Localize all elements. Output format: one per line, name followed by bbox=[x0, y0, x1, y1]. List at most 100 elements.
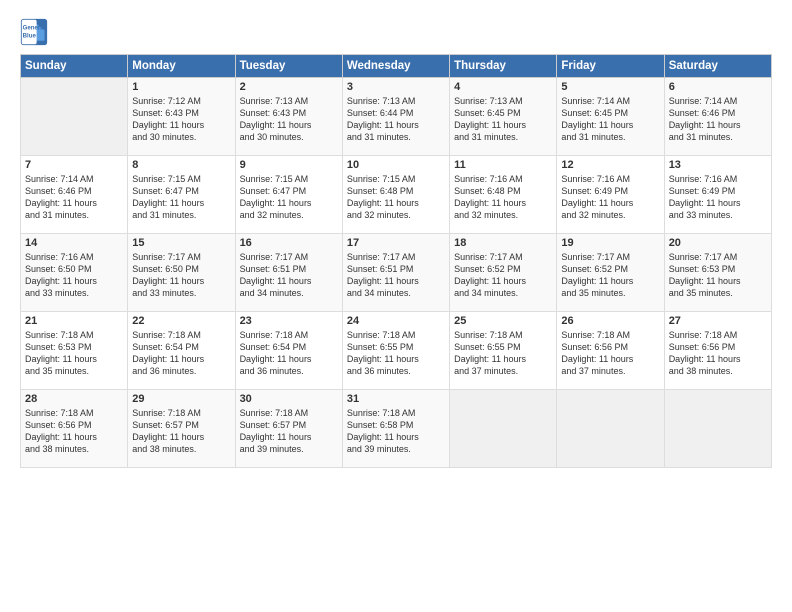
day-number: 8 bbox=[132, 159, 230, 171]
calendar-cell: 3 Sunrise: 7:13 AM Sunset: 6:44 PM Daylig… bbox=[342, 78, 449, 156]
cell-text: Sunrise: 7:14 AM Sunset: 6:46 PM Dayligh… bbox=[669, 95, 767, 144]
cell-text: Sunrise: 7:18 AM Sunset: 6:55 PM Dayligh… bbox=[454, 329, 552, 378]
calendar-cell: 18 Sunrise: 7:17 AM Sunset: 6:52 PM Dayli… bbox=[450, 234, 557, 312]
cell-text: Sunrise: 7:16 AM Sunset: 6:49 PM Dayligh… bbox=[669, 173, 767, 222]
calendar-cell: 15Sunrise: 7:17 AM Sunset: 6:50 PM Dayli… bbox=[128, 234, 235, 312]
day-number: 23 bbox=[240, 315, 338, 327]
weekday-header-row: SundayMondayTuesdayWednesdayThursdayFrid… bbox=[21, 55, 772, 78]
calendar-cell: 6 Sunrise: 7:14 AM Sunset: 6:46 PM Daylig… bbox=[664, 78, 771, 156]
week-row-4: 21Sunrise: 7:18 AM Sunset: 6:53 PM Dayli… bbox=[21, 312, 772, 390]
logo: General Blue bbox=[20, 18, 48, 46]
weekday-header-saturday: Saturday bbox=[664, 55, 771, 78]
calendar-cell: 8 Sunrise: 7:15 AM Sunset: 6:47 PM Daylig… bbox=[128, 156, 235, 234]
day-number: 3 bbox=[347, 81, 445, 93]
day-number: 24 bbox=[347, 315, 445, 327]
day-number: 1 bbox=[132, 81, 230, 93]
cell-text: Sunrise: 7:17 AM Sunset: 6:51 PM Dayligh… bbox=[347, 251, 445, 300]
calendar-cell: 4Sunrise: 7:13 AM Sunset: 6:45 PM Daylig… bbox=[450, 78, 557, 156]
calendar-cell bbox=[450, 390, 557, 468]
calendar-cell: 29 Sunrise: 7:18 AM Sunset: 6:57 PM Dayli… bbox=[128, 390, 235, 468]
weekday-header-sunday: Sunday bbox=[21, 55, 128, 78]
day-number: 18 bbox=[454, 237, 552, 249]
calendar-table: SundayMondayTuesdayWednesdayThursdayFrid… bbox=[20, 54, 772, 468]
day-number: 4 bbox=[454, 81, 552, 93]
day-number: 28 bbox=[25, 393, 123, 405]
cell-text: Sunrise: 7:18 AM Sunset: 6:54 PM Dayligh… bbox=[132, 329, 230, 378]
cell-text: Sunrise: 7:18 AM Sunset: 6:58 PM Dayligh… bbox=[347, 407, 445, 456]
cell-text: Sunrise: 7:13 AM Sunset: 6:44 PM Dayligh… bbox=[347, 95, 445, 144]
cell-text: Sunrise: 7:15 AM Sunset: 6:47 PM Dayligh… bbox=[240, 173, 338, 222]
calendar-cell bbox=[21, 78, 128, 156]
day-number: 26 bbox=[561, 315, 659, 327]
svg-text:Blue: Blue bbox=[23, 32, 37, 39]
calendar-cell: 10 Sunrise: 7:15 AM Sunset: 6:48 PM Dayli… bbox=[342, 156, 449, 234]
weekday-header-thursday: Thursday bbox=[450, 55, 557, 78]
calendar-cell: 13Sunrise: 7:16 AM Sunset: 6:49 PM Dayli… bbox=[664, 156, 771, 234]
cell-text: Sunrise: 7:17 AM Sunset: 6:52 PM Dayligh… bbox=[454, 251, 552, 300]
day-number: 2 bbox=[240, 81, 338, 93]
header: General Blue bbox=[20, 18, 772, 46]
calendar-cell: 11Sunrise: 7:16 AM Sunset: 6:48 PM Dayli… bbox=[450, 156, 557, 234]
day-number: 12 bbox=[561, 159, 659, 171]
cell-text: Sunrise: 7:17 AM Sunset: 6:53 PM Dayligh… bbox=[669, 251, 767, 300]
cell-text: Sunrise: 7:18 AM Sunset: 6:57 PM Dayligh… bbox=[240, 407, 338, 456]
logo-icon: General Blue bbox=[20, 18, 48, 46]
day-number: 17 bbox=[347, 237, 445, 249]
day-number: 9 bbox=[240, 159, 338, 171]
cell-text: Sunrise: 7:14 AM Sunset: 6:45 PM Dayligh… bbox=[561, 95, 659, 144]
weekday-header-friday: Friday bbox=[557, 55, 664, 78]
weekday-header-wednesday: Wednesday bbox=[342, 55, 449, 78]
calendar-cell: 12 Sunrise: 7:16 AM Sunset: 6:49 PM Dayli… bbox=[557, 156, 664, 234]
day-number: 30 bbox=[240, 393, 338, 405]
calendar-cell: 5 Sunrise: 7:14 AM Sunset: 6:45 PM Daylig… bbox=[557, 78, 664, 156]
day-number: 29 bbox=[132, 393, 230, 405]
day-number: 25 bbox=[454, 315, 552, 327]
cell-text: Sunrise: 7:16 AM Sunset: 6:50 PM Dayligh… bbox=[25, 251, 123, 300]
day-number: 31 bbox=[347, 393, 445, 405]
cell-text: Sunrise: 7:18 AM Sunset: 6:55 PM Dayligh… bbox=[347, 329, 445, 378]
calendar-cell: 28 Sunrise: 7:18 AM Sunset: 6:56 PM Dayli… bbox=[21, 390, 128, 468]
day-number: 5 bbox=[561, 81, 659, 93]
cell-text: Sunrise: 7:18 AM Sunset: 6:57 PM Dayligh… bbox=[132, 407, 230, 456]
calendar-cell: 1Sunrise: 7:12 AM Sunset: 6:43 PM Daylig… bbox=[128, 78, 235, 156]
svg-text:General: General bbox=[23, 24, 46, 31]
calendar-cell: 31 Sunrise: 7:18 AM Sunset: 6:58 PM Dayli… bbox=[342, 390, 449, 468]
calendar-cell: 21Sunrise: 7:18 AM Sunset: 6:53 PM Dayli… bbox=[21, 312, 128, 390]
cell-text: Sunrise: 7:15 AM Sunset: 6:47 PM Dayligh… bbox=[132, 173, 230, 222]
cell-text: Sunrise: 7:17 AM Sunset: 6:51 PM Dayligh… bbox=[240, 251, 338, 300]
calendar-cell: 26 Sunrise: 7:18 AM Sunset: 6:56 PM Dayli… bbox=[557, 312, 664, 390]
day-number: 27 bbox=[669, 315, 767, 327]
cell-text: Sunrise: 7:17 AM Sunset: 6:52 PM Dayligh… bbox=[561, 251, 659, 300]
day-number: 15 bbox=[132, 237, 230, 249]
page: General Blue SundayMondayTuesdayWednesda… bbox=[0, 0, 792, 612]
week-row-2: 7Sunrise: 7:14 AM Sunset: 6:46 PM Daylig… bbox=[21, 156, 772, 234]
calendar-cell: 2 Sunrise: 7:13 AM Sunset: 6:43 PM Daylig… bbox=[235, 78, 342, 156]
day-number: 7 bbox=[25, 159, 123, 171]
cell-text: Sunrise: 7:18 AM Sunset: 6:56 PM Dayligh… bbox=[25, 407, 123, 456]
calendar-cell: 14Sunrise: 7:16 AM Sunset: 6:50 PM Dayli… bbox=[21, 234, 128, 312]
day-number: 16 bbox=[240, 237, 338, 249]
calendar-cell: 27 Sunrise: 7:18 AM Sunset: 6:56 PM Dayli… bbox=[664, 312, 771, 390]
cell-text: Sunrise: 7:18 AM Sunset: 6:56 PM Dayligh… bbox=[561, 329, 659, 378]
day-number: 19 bbox=[561, 237, 659, 249]
day-number: 22 bbox=[132, 315, 230, 327]
calendar-cell: 17 Sunrise: 7:17 AM Sunset: 6:51 PM Dayli… bbox=[342, 234, 449, 312]
weekday-header-monday: Monday bbox=[128, 55, 235, 78]
weekday-header-tuesday: Tuesday bbox=[235, 55, 342, 78]
calendar-cell: 19 Sunrise: 7:17 AM Sunset: 6:52 PM Dayli… bbox=[557, 234, 664, 312]
day-number: 10 bbox=[347, 159, 445, 171]
calendar-cell bbox=[557, 390, 664, 468]
calendar-cell: 23Sunrise: 7:18 AM Sunset: 6:54 PM Dayli… bbox=[235, 312, 342, 390]
calendar-cell: 24 Sunrise: 7:18 AM Sunset: 6:55 PM Dayli… bbox=[342, 312, 449, 390]
day-number: 6 bbox=[669, 81, 767, 93]
calendar-cell: 20 Sunrise: 7:17 AM Sunset: 6:53 PM Dayli… bbox=[664, 234, 771, 312]
calendar-cell: 22 Sunrise: 7:18 AM Sunset: 6:54 PM Dayli… bbox=[128, 312, 235, 390]
calendar-cell: 9 Sunrise: 7:15 AM Sunset: 6:47 PM Daylig… bbox=[235, 156, 342, 234]
cell-text: Sunrise: 7:15 AM Sunset: 6:48 PM Dayligh… bbox=[347, 173, 445, 222]
cell-text: Sunrise: 7:18 AM Sunset: 6:53 PM Dayligh… bbox=[25, 329, 123, 378]
week-row-1: 1Sunrise: 7:12 AM Sunset: 6:43 PM Daylig… bbox=[21, 78, 772, 156]
cell-text: Sunrise: 7:18 AM Sunset: 6:56 PM Dayligh… bbox=[669, 329, 767, 378]
cell-text: Sunrise: 7:13 AM Sunset: 6:43 PM Dayligh… bbox=[240, 95, 338, 144]
cell-text: Sunrise: 7:16 AM Sunset: 6:49 PM Dayligh… bbox=[561, 173, 659, 222]
day-number: 20 bbox=[669, 237, 767, 249]
